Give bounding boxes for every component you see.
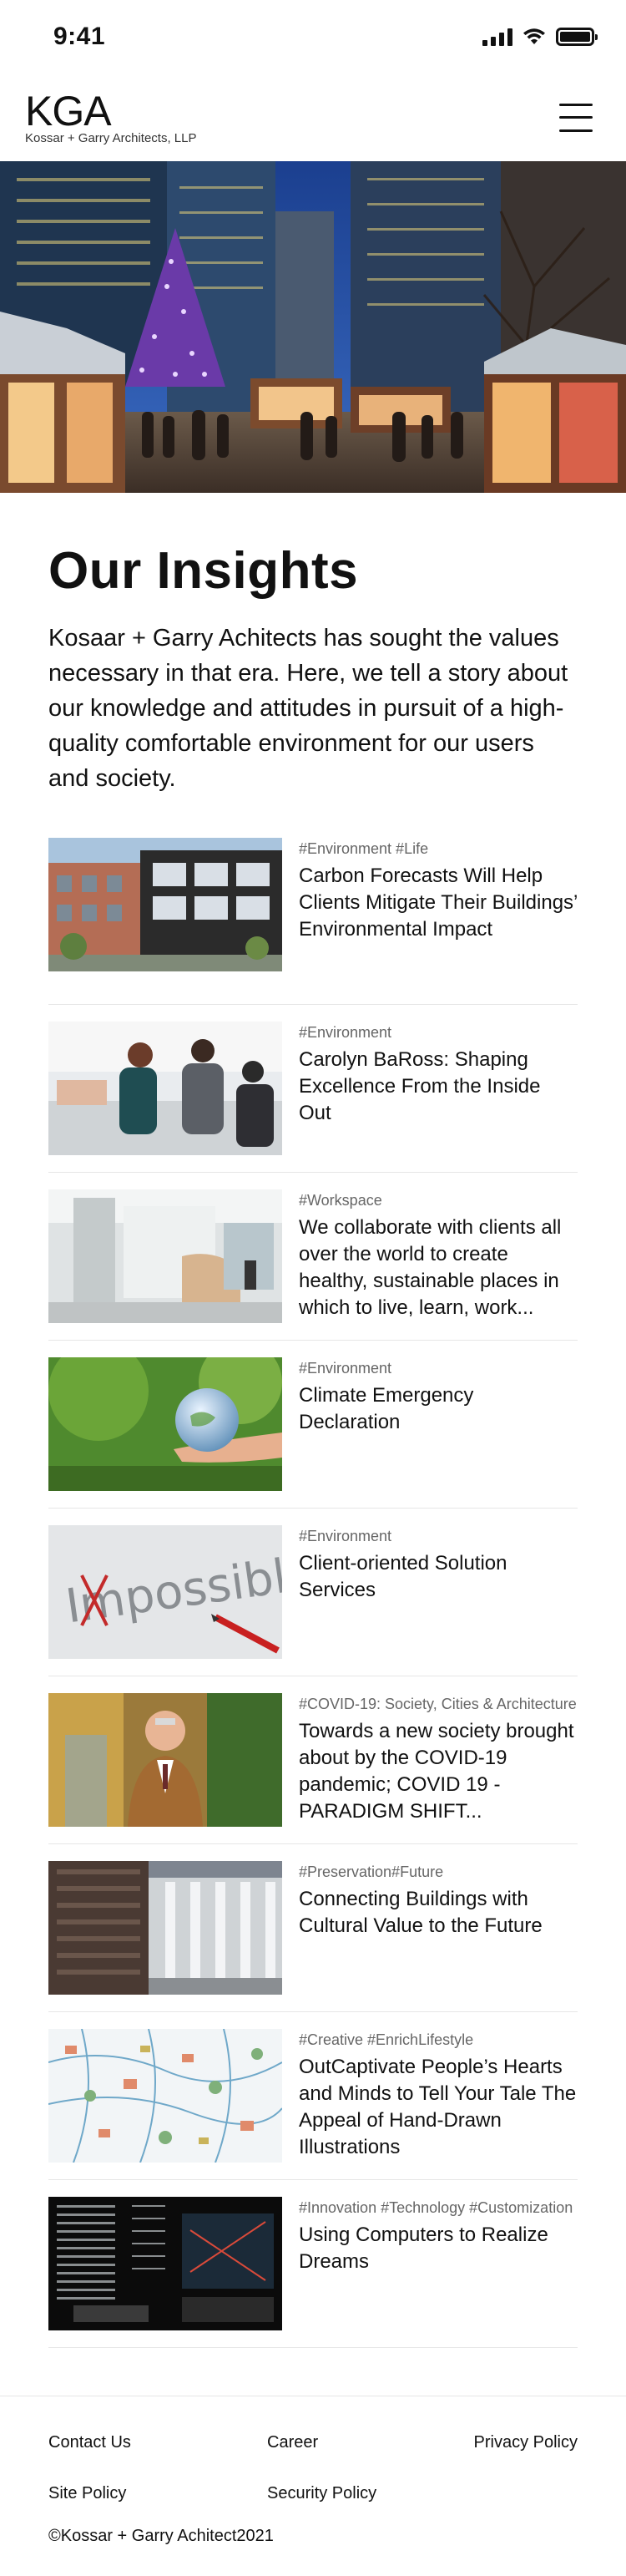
article-meta: #Environment Climate Emergency Declarati…: [299, 1357, 578, 1491]
article-tags[interactable]: #Preservation#Future: [299, 1861, 578, 1883]
article-title[interactable]: Using Computers to Realize Dreams: [299, 2222, 578, 2275]
wifi-icon: [523, 28, 545, 44]
article-list: #Environment #Life Carbon Forecasts Will…: [48, 838, 578, 2348]
article-title[interactable]: We collaborate with clients all over the…: [299, 1214, 578, 1321]
article-title[interactable]: Towards a new society brought about by t…: [299, 1718, 578, 1825]
article-thumbnail: [48, 1189, 282, 1323]
copyright: ©Kossar + Garry Achitect2021: [48, 2527, 274, 2545]
article-meta: #Preservation#Future Connecting Building…: [299, 1861, 578, 1995]
article-thumbnail: [48, 1022, 282, 1155]
article-tags[interactable]: #Environment: [299, 1357, 578, 1379]
article-meta: #COVID-19: Society, Cities & Architectur…: [299, 1693, 578, 1827]
article-tags[interactable]: #Workspace: [299, 1189, 578, 1211]
system-icons: [482, 28, 598, 46]
status-bar: 9:41: [0, 0, 626, 74]
footer-link-site-policy[interactable]: Site Policy: [48, 2484, 267, 2503]
article-item[interactable]: Impossible #Environment Client-oriented …: [48, 1509, 578, 1676]
article-thumbnail: [48, 838, 282, 971]
article-item[interactable]: #Innovation #Technology #Customization U…: [48, 2180, 578, 2348]
article-thumbnail: [48, 2029, 282, 2163]
article-thumbnail: Impossible: [48, 1525, 282, 1659]
article-thumbnail: [48, 1861, 282, 1995]
article-item[interactable]: #Environment Carolyn BaRoss: Shaping Exc…: [48, 1005, 578, 1173]
section-intro: Kosaar + Garry Achitects has sought the …: [48, 625, 568, 792]
article-item[interactable]: #Workspace We collaborate with clients a…: [48, 1173, 578, 1341]
logo-subtitle: Kossar + Garry Architects, LLP: [25, 131, 197, 145]
footer-link-contact[interactable]: Contact Us: [48, 2433, 267, 2452]
article-tags[interactable]: #Environment: [299, 1022, 578, 1043]
article-title[interactable]: Climate Emergency Declaration: [299, 1382, 578, 1436]
page: 9:41 KGA Kossar + Garry Architects, LLP: [0, 0, 626, 2576]
article-item[interactable]: #Preservation#Future Connecting Building…: [48, 1844, 578, 2012]
article-meta: #Workspace We collaborate with clients a…: [299, 1189, 578, 1323]
article-item[interactable]: #Environment Climate Emergency Declarati…: [48, 1341, 578, 1509]
article-thumbnail: [48, 2197, 282, 2330]
article-tags[interactable]: #Environment #Life: [299, 838, 578, 860]
hero-image: [0, 161, 626, 493]
logo-mark: KGA: [25, 88, 112, 134]
article-meta: #Environment #Life Carbon Forecasts Will…: [299, 838, 578, 987]
site-footer: Contact Us Career Privacy Policy Site Po…: [0, 2396, 626, 2546]
article-tags[interactable]: #COVID-19: Society, Cities & Architectur…: [299, 1693, 578, 1715]
site-header: KGA Kossar + Garry Architects, LLP: [0, 74, 626, 161]
article-meta: #Environment Client-oriented Solution Se…: [299, 1525, 578, 1659]
status-time: 9:41: [53, 23, 106, 50]
article-item[interactable]: #Environment #Life Carbon Forecasts Will…: [48, 838, 578, 1005]
hamburger-menu-icon[interactable]: [559, 103, 593, 132]
footer-link-security-policy[interactable]: Security Policy: [267, 2484, 471, 2503]
article-tags[interactable]: #Creative #EnrichLifestyle: [299, 2029, 578, 2051]
article-item[interactable]: #COVID-19: Society, Cities & Architectur…: [48, 1676, 578, 1844]
article-title[interactable]: Carbon Forecasts Will Help Clients Mitig…: [299, 863, 578, 943]
article-thumbnail: [48, 1693, 282, 1827]
footer-links: Contact Us Career Privacy Policy Site Po…: [48, 2433, 578, 2503]
article-item[interactable]: #Creative #EnrichLifestyle OutCaptivate …: [48, 2012, 578, 2180]
insights-section: Our Insights Kosaar + Garry Achitects ha…: [0, 493, 626, 2348]
article-title[interactable]: Client-oriented Solution Services: [299, 1550, 578, 1604]
logo[interactable]: KGA Kossar + Garry Architects, LLP: [25, 89, 197, 145]
article-title[interactable]: Connecting Buildings with Cultural Value…: [299, 1886, 578, 1940]
battery-icon: [556, 28, 598, 46]
article-tags[interactable]: #Innovation #Technology #Customization: [299, 2197, 578, 2219]
section-title: Our Insights: [48, 542, 359, 600]
article-meta: #Innovation #Technology #Customization U…: [299, 2197, 578, 2330]
article-thumbnail: [48, 1357, 282, 1491]
cellular-signal-icon: [482, 28, 512, 46]
article-meta: #Environment Carolyn BaRoss: Shaping Exc…: [299, 1022, 578, 1155]
footer-link-privacy-policy[interactable]: Privacy Policy: [471, 2433, 578, 2452]
article-tags[interactable]: #Environment: [299, 1525, 578, 1547]
article-title[interactable]: Carolyn BaRoss: Shaping Excellence From …: [299, 1047, 578, 1127]
footer-link-career[interactable]: Career: [267, 2433, 471, 2452]
article-meta: #Creative #EnrichLifestyle OutCaptivate …: [299, 2029, 578, 2163]
article-title[interactable]: OutCaptivate People’s Hearts and Minds t…: [299, 2054, 578, 2161]
